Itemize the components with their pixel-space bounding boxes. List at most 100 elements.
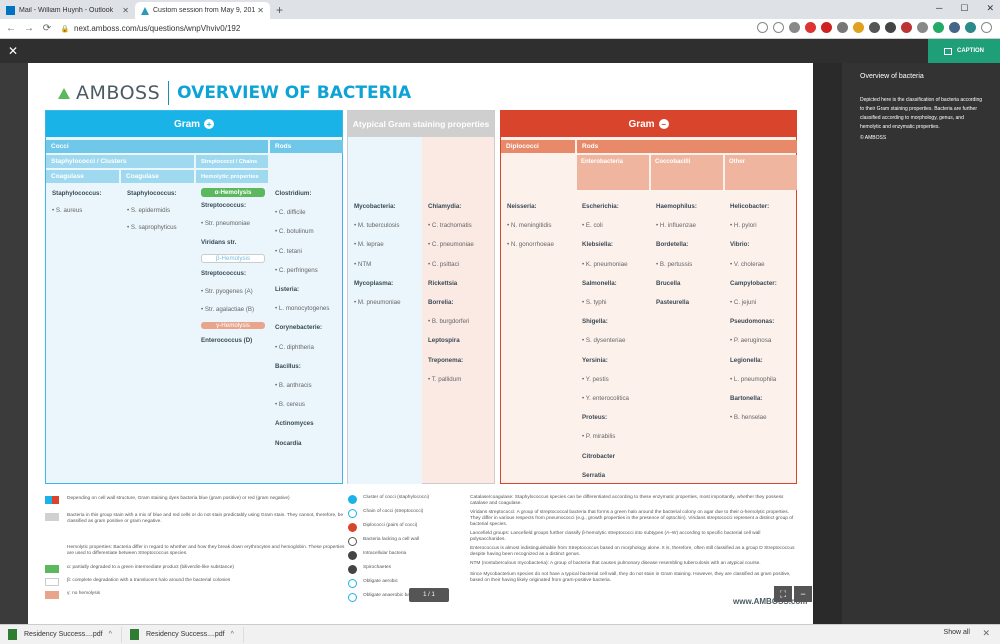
image-viewer[interactable]: AMBOSS OVERVIEW OF BACTERIA Gram + Cocci… bbox=[28, 63, 813, 624]
tab-title: Mail - William Huynh - Outlook bbox=[19, 7, 114, 14]
show-all-link[interactable]: Show all bbox=[944, 629, 970, 636]
download-name: Residency Success....pdf bbox=[24, 631, 103, 638]
reload-icon[interactable]: ⟳ bbox=[40, 23, 54, 34]
strep-header: Streptococci / Chains bbox=[196, 155, 268, 168]
diplococci-icon bbox=[348, 523, 357, 532]
genus-label: Bartonella: bbox=[730, 395, 763, 403]
forward-icon[interactable]: → bbox=[22, 23, 36, 34]
header-label: Gram bbox=[628, 118, 655, 130]
extension-icon[interactable] bbox=[821, 22, 832, 33]
zoom-out-icon[interactable]: − bbox=[794, 586, 812, 602]
url-input[interactable]: next.amboss.com/us/questions/wnpVhviv0/1… bbox=[74, 24, 674, 33]
genus-label: Chlamydia: bbox=[428, 203, 462, 210]
extension-icon[interactable] bbox=[805, 22, 816, 33]
no-cell-wall-icon bbox=[348, 537, 357, 546]
maximize-icon[interactable]: ☐ bbox=[960, 3, 968, 14]
rods-label: Rods bbox=[275, 143, 292, 150]
header-label: Gram bbox=[173, 118, 201, 130]
close-icon[interactable]: ✕ bbox=[982, 628, 990, 639]
extension-icon[interactable] bbox=[789, 22, 800, 33]
close-window-icon[interactable]: ✕ bbox=[986, 3, 994, 14]
zoom-icon[interactable] bbox=[757, 22, 768, 33]
header-label: Atypical Gram staining properties bbox=[352, 119, 490, 129]
legend-text: Diplococci (pairs of cocci) bbox=[363, 523, 418, 528]
tab-outlook[interactable]: Mail - William Huynh - Outlook ✕ bbox=[0, 2, 135, 19]
genus-label: Viridans str. bbox=[201, 238, 237, 246]
genus-label: Nocardia bbox=[275, 439, 302, 447]
avatar[interactable] bbox=[965, 22, 976, 33]
species-label: • P. mirabilis bbox=[582, 433, 616, 441]
species-label: • V. cholerae bbox=[730, 260, 765, 268]
extension-icon[interactable] bbox=[837, 22, 848, 33]
logo-text: AMBOSS bbox=[76, 82, 161, 104]
genus-label: Helicobacter: bbox=[730, 203, 770, 210]
rods-header: Rods bbox=[577, 140, 797, 153]
genus-label: Borrelia: bbox=[428, 299, 454, 307]
gram-negative-section: Gram − Diplococci Rods Enterobacteria Co… bbox=[500, 110, 797, 484]
genus-label: Campylobacter: bbox=[730, 279, 777, 287]
extension-icon[interactable] bbox=[933, 22, 944, 33]
close-icon[interactable]: ✕ bbox=[257, 6, 264, 15]
new-tab-icon[interactable]: + bbox=[276, 3, 283, 17]
divider bbox=[168, 81, 170, 105]
legend-alpha: α: partially degraded to a green interme… bbox=[45, 565, 345, 573]
menu-icon[interactable] bbox=[981, 22, 992, 33]
star-icon[interactable] bbox=[773, 22, 784, 33]
caption-button[interactable]: CAPTION bbox=[928, 39, 1000, 63]
legend-text: Since Mycobacterium species do not have … bbox=[470, 572, 791, 583]
legend-text: Spirochaetes bbox=[363, 565, 391, 570]
other-label: Other bbox=[729, 159, 746, 165]
species-label: • L. pneumophila bbox=[730, 375, 777, 383]
species-label: • P. aeruginosa bbox=[730, 337, 772, 345]
species-label: • S. aureus bbox=[52, 207, 83, 214]
pdf-file-icon bbox=[130, 629, 139, 640]
genus-label: Listeria: bbox=[275, 286, 300, 294]
extension-icon[interactable] bbox=[917, 22, 928, 33]
genus-label: Rickettsia bbox=[428, 279, 458, 287]
caption-panel: Overview of bacteria Depicted here is th… bbox=[842, 63, 1000, 624]
download-item[interactable]: Residency Success....pdf ^ bbox=[122, 626, 244, 643]
genus-label: Salmonella: bbox=[582, 279, 617, 287]
extension-icon[interactable] bbox=[949, 22, 960, 33]
extension-icon[interactable] bbox=[853, 22, 864, 33]
chevron-up-icon[interactable]: ^ bbox=[231, 631, 234, 638]
pdf-file-icon bbox=[8, 629, 17, 640]
minus-icon: − bbox=[658, 119, 669, 129]
species-label: • N. meningitidis bbox=[507, 222, 552, 230]
download-item[interactable]: Residency Success....pdf ^ bbox=[0, 626, 122, 643]
legend-no-wall: Bacteria lacking a cell wall bbox=[348, 537, 448, 546]
chevron-up-icon[interactable]: ^ bbox=[109, 631, 112, 638]
gram-positive-section: Gram + Cocci Rods Staphylococci / Cluste… bbox=[45, 110, 343, 484]
species-label: • C. diphtheria bbox=[275, 343, 314, 351]
atypical-swatch bbox=[45, 513, 59, 521]
extension-icon[interactable] bbox=[869, 22, 880, 33]
aerobic-icon bbox=[348, 579, 357, 588]
close-icon[interactable]: ✕ bbox=[122, 6, 129, 15]
extension-icon[interactable] bbox=[901, 22, 912, 33]
species-label: • H. pylori bbox=[730, 222, 757, 230]
species-label: • K. pneumoniae bbox=[582, 260, 628, 268]
species-label: • Str. pneumoniae bbox=[201, 220, 250, 228]
diplococci-header: Diplococci bbox=[501, 140, 575, 153]
fullscreen-icon[interactable]: ⛶ bbox=[774, 586, 792, 602]
species-label: • C. botulinum bbox=[275, 228, 314, 236]
logo-triangle-icon bbox=[58, 87, 70, 99]
species-label: • C. jejuni bbox=[730, 299, 757, 307]
genus-label: Haemophilus: bbox=[656, 203, 697, 210]
cocci-label: Cocci bbox=[51, 143, 69, 150]
close-icon[interactable]: ✕ bbox=[8, 44, 18, 58]
alpha-swatch bbox=[45, 565, 59, 573]
genus-label: Yersinia: bbox=[582, 356, 608, 364]
rods-label: Rods bbox=[582, 143, 599, 150]
genus-label: Bacillus: bbox=[275, 362, 301, 370]
genus-label: Staphylococcus: bbox=[127, 190, 177, 197]
legend-note-f: Since Mycobacterium species do not have … bbox=[470, 572, 795, 584]
tab-amboss[interactable]: Custom session from May 9, 201 ✕ bbox=[135, 2, 270, 19]
neisseria-group: Neisseria: • N. meningitidis • N. gonorr… bbox=[504, 201, 574, 251]
back-icon[interactable]: ← bbox=[4, 23, 18, 34]
minimize-icon[interactable]: ─ bbox=[936, 3, 942, 14]
legend-gram-stain: Depending on cell wall structure, Gram s… bbox=[45, 496, 345, 504]
genus-label: Actinomyces bbox=[275, 420, 314, 428]
extension-icon[interactable] bbox=[885, 22, 896, 33]
species-label: • C. pneumoniae bbox=[428, 241, 474, 249]
